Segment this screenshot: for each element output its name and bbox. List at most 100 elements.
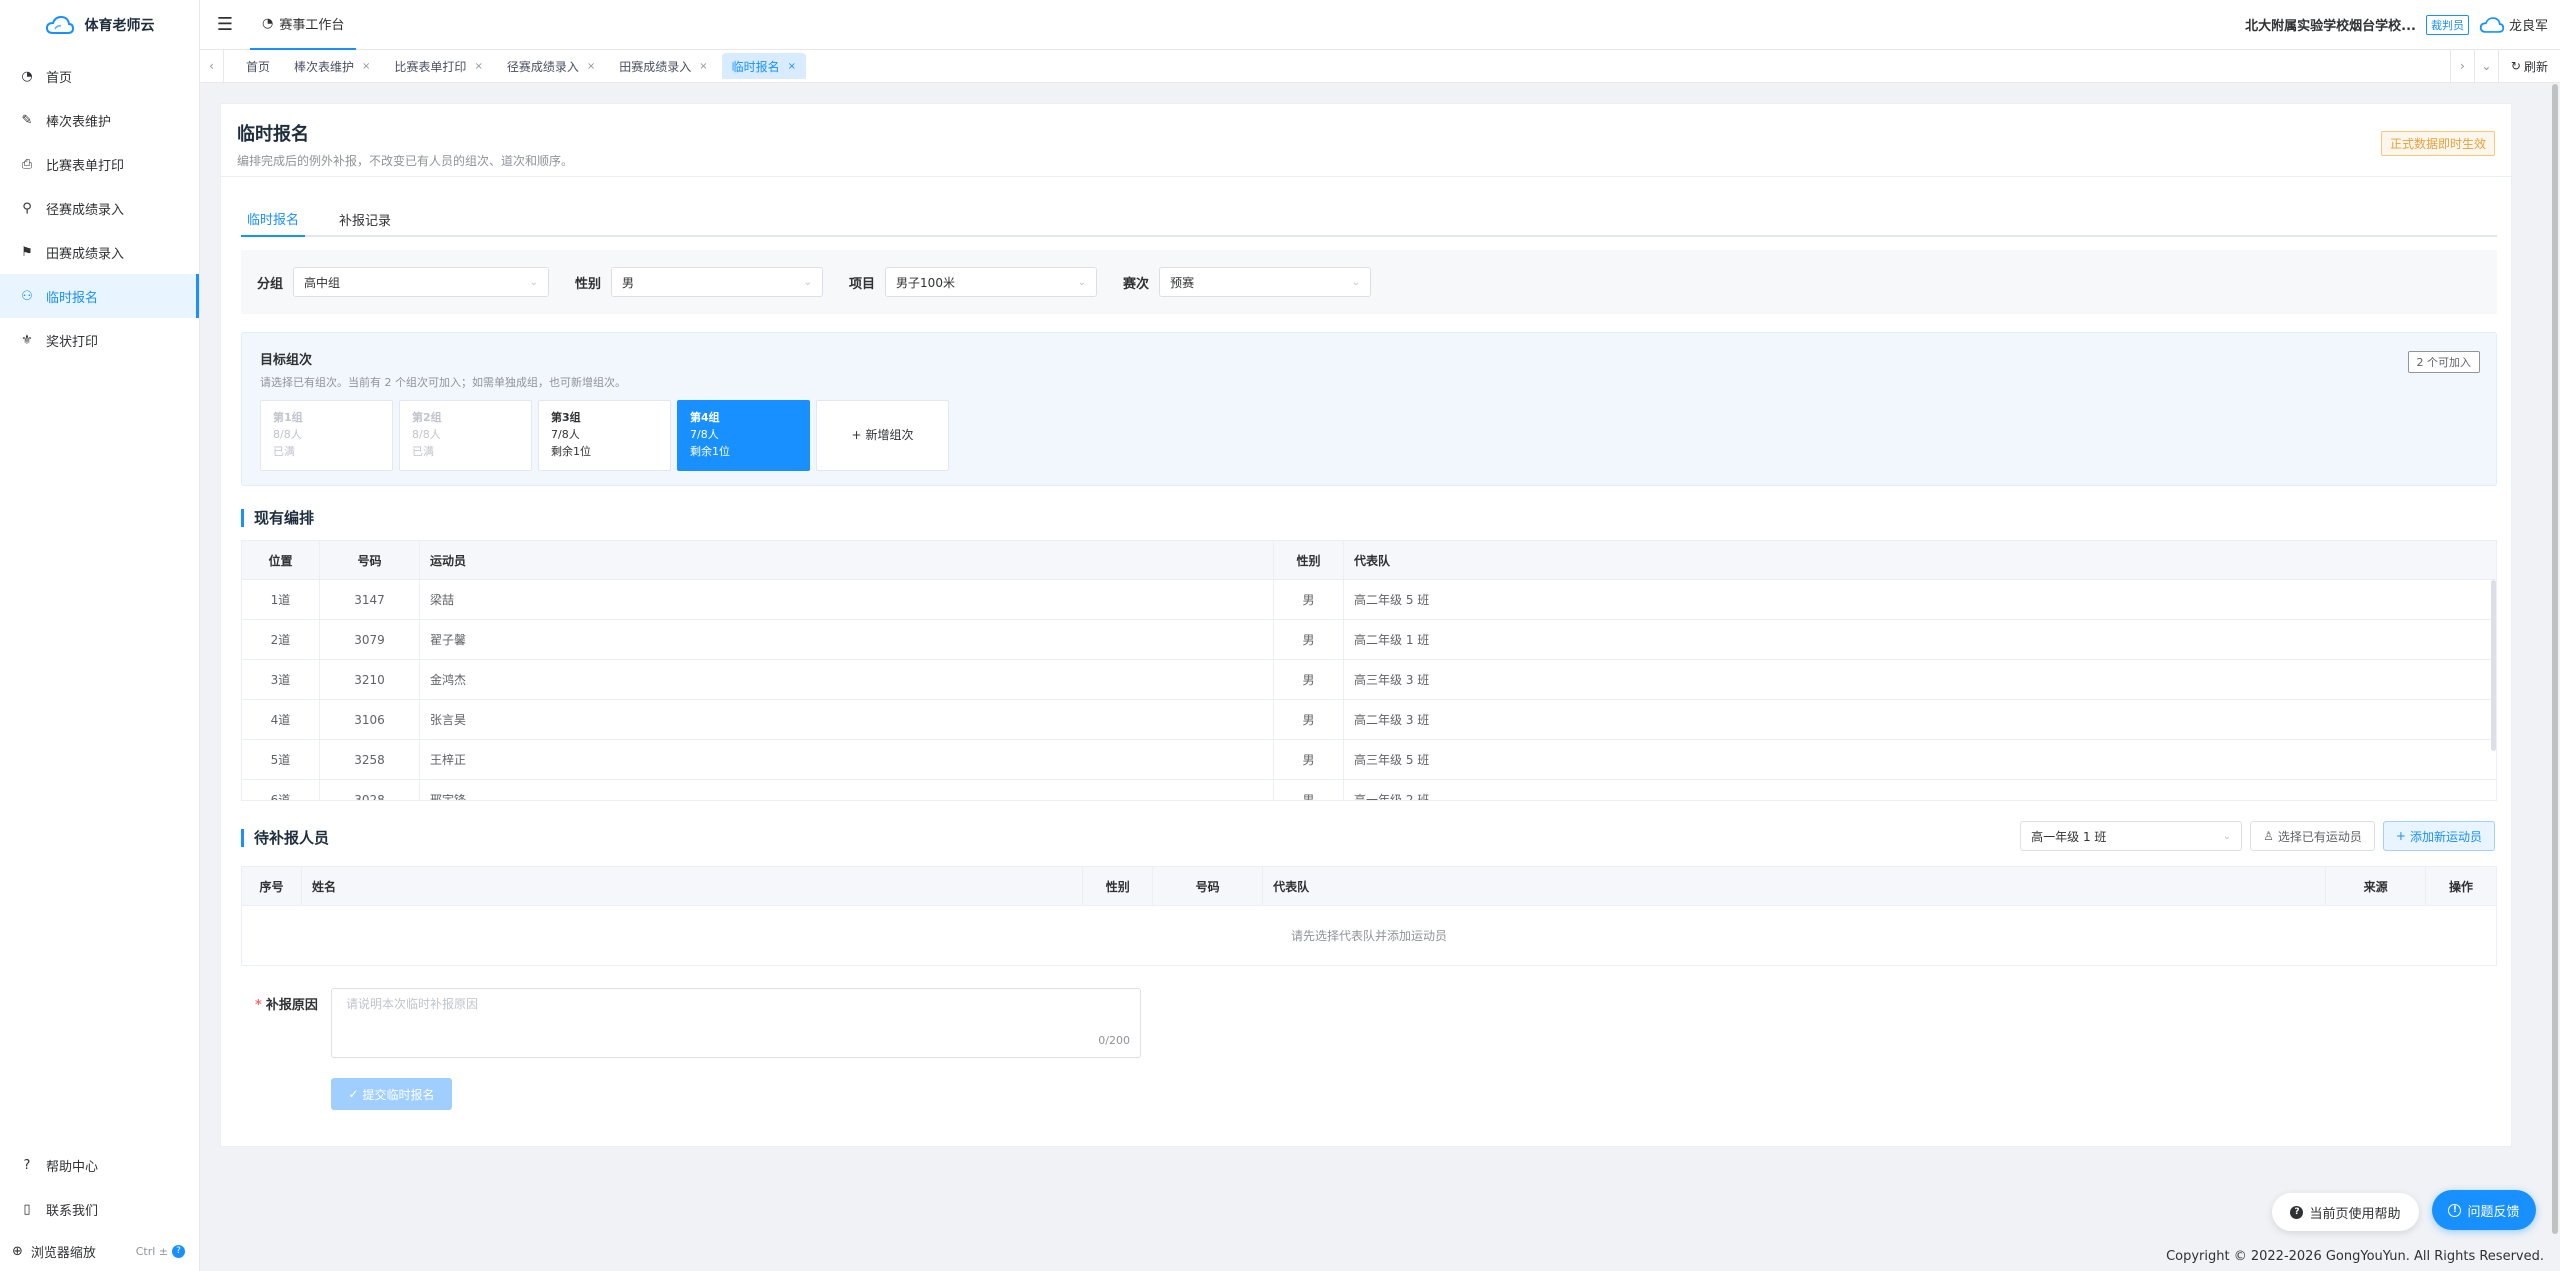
field-icon: ⚑ (21, 244, 33, 260)
tag-item[interactable]: 比赛表单打印 × (384, 53, 492, 79)
tag-item[interactable]: 田赛成绩录入 × (609, 53, 717, 79)
close-icon[interactable]: × (362, 61, 370, 72)
table-cell: 3210 (320, 660, 420, 699)
column-header: 姓名 (302, 867, 1084, 905)
dashboard-icon: ◔ (262, 16, 274, 31)
refresh-button[interactable]: ↻ 刷新 (2497, 49, 2560, 83)
submit-button[interactable]: ✓ 提交临时报名 (331, 1078, 452, 1110)
table-cell: 男 (1274, 780, 1344, 800)
sidebar-item[interactable]: ✎ 棒次表维护 (0, 98, 199, 142)
user-name: 龙良军 (2508, 19, 2548, 34)
page-help-button[interactable]: ? 当前页使用帮助 (2272, 1193, 2419, 1231)
browser-zoom[interactable]: ⊕ 浏览器缩放 Ctrl ±? (0, 1231, 199, 1271)
group-status: 剩余1位 (690, 445, 730, 458)
main-card: 临时报名 编排完成后的例外补报，不改变已有人员的组次、道次和顺序。 正式数据即时… (220, 103, 2512, 1147)
table-cell: 高二年级 5 班 (1354, 593, 1430, 607)
gender-select[interactable]: 男 ⌄ (611, 267, 824, 297)
column-header: 性别 (1274, 541, 1344, 579)
tags-dropdown-icon[interactable]: ⌄ (2473, 49, 2498, 83)
group-select[interactable]: 高中组 ⌄ (293, 267, 550, 297)
zoom-help-icon[interactable]: ? (172, 1244, 185, 1258)
sidebar-item[interactable]: ⎙ 比赛表单打印 (0, 142, 199, 186)
close-icon[interactable]: × (587, 61, 595, 72)
check-icon: ✓ (348, 1087, 359, 1101)
sidebar-item[interactable]: ⚜ 奖状打印 (0, 318, 199, 362)
group-option: 第1组 8/8人 已满 (260, 400, 393, 471)
sidebar-bottom-item[interactable]: ▯ 联系我们 (0, 1187, 199, 1231)
table-cell: 3147 (320, 580, 420, 619)
table-row: 2道 3079 翟子馨男高二年级 1 班 (242, 620, 2496, 660)
top-tab-workbench[interactable]: ◔ 赛事工作台 (250, 0, 357, 50)
close-icon[interactable]: × (699, 61, 707, 72)
printer-icon: ⎙ (21, 156, 33, 172)
column-header: 号码 (320, 541, 420, 579)
group-option[interactable]: 第4组 7/8人剩余1位 (677, 400, 810, 471)
table-cell: 3106 (320, 700, 420, 739)
group-count: 7/8人 (690, 428, 719, 441)
table-row: 5道 3258 王梓正男高三年级 5 班 (242, 740, 2496, 780)
group-option[interactable]: 第3组 7/8人 剩余1位 (538, 400, 671, 471)
menu-toggle-icon[interactable]: ☰ (200, 0, 250, 50)
sidebar-item-label: 比赛表单打印 (46, 158, 125, 174)
tag-label: 首页 (246, 59, 271, 74)
sidebar-bottom-item[interactable]: ? 帮助中心 (0, 1143, 199, 1187)
add-athlete-button[interactable]: + 添加新运动员 (2382, 821, 2495, 851)
tab-signup-records[interactable]: 补报记录 (333, 201, 397, 237)
app-logo[interactable]: 体育老师云 (0, 0, 199, 50)
page-scrollbar[interactable] (2552, 84, 2558, 1234)
edit-icon: ✎ (21, 112, 33, 128)
tag-item[interactable]: 径赛成绩录入 × (497, 53, 605, 79)
user-menu[interactable]: 龙良军 (2479, 15, 2548, 35)
footer: Copyright © 2022-2026 GongYouYun. All Ri… (200, 1242, 2560, 1271)
table-cell: 高一年级 2 班 (1354, 793, 1430, 800)
sidebar-item[interactable]: ⚲ 径赛成绩录入 (0, 186, 199, 230)
close-icon[interactable]: × (788, 61, 796, 72)
table-cell: 男 (1274, 740, 1344, 779)
sidebar-item-label: 首页 (46, 70, 73, 86)
sidebar-menu: ◔ 首页 ✎ 棒次表维护 ⎙ 比赛表单打印 ⚲ 径赛成绩录入 ⚑ 田赛成绩录入 ⚇ 临时报名 ⚜ 奖状打印 (0, 54, 199, 362)
add-group-button[interactable]: + 新增组次 (816, 400, 949, 471)
group-options: 第1组 8/8人 已满 第2组 8/8人 已满 第3组 7/8人 剩余1位 第4组 7/8人 剩余1位… (260, 400, 2478, 471)
top-header: ☰ ◔ 赛事工作台 北大附属实验学校烟台学校... 裁判员 龙良军 (200, 0, 2560, 50)
choose-athlete-button[interactable]: ♙ 选择已有运动员 (2250, 821, 2375, 851)
group-name: 第3组 (551, 411, 581, 424)
zoom-hint: Ctrl ±? (136, 1244, 185, 1258)
sidebar-item[interactable]: ⚑ 田赛成绩录入 (0, 230, 199, 274)
sub-tabs: 临时报名 补报记录 (241, 201, 2497, 237)
table-header: 位置 号码 运动员 性别 代表队 (242, 541, 2496, 580)
page-header: 临时报名 编排完成后的例外补报，不改变已有人员的组次、道次和顺序。 正式数据即时… (221, 104, 2511, 177)
table-scrollbar[interactable] (2491, 580, 2496, 751)
table-row: 6道 3028 邢宇锋男高一年级 2 班 (242, 780, 2496, 800)
table-cell: 翟子馨 (420, 620, 1274, 659)
user-add-icon: ⚇ (21, 288, 33, 304)
zoom-icon: ⊕ (12, 1243, 23, 1259)
tag-item[interactable]: 棒次表维护 × (284, 53, 380, 79)
round-select[interactable]: 预赛 ⌄ (1159, 267, 1372, 297)
sidebar-item[interactable]: ◔ 首页 (0, 54, 199, 98)
table-cell: 男 (1274, 620, 1344, 659)
table-body[interactable]: 1道 3147 梁喆男高二年级 5 班 2道 3079 翟子馨男高二年级 1 班 3道 321… (242, 580, 2496, 800)
tags-view: ‹ 首页 棒次表维护 × 比赛表单打印 × 径赛成绩录入 × 田赛成绩录入 × 临时报名 × › ⌄… (200, 49, 2560, 83)
group-label: 分组 (257, 276, 284, 292)
tag-item[interactable]: 临时报名 × (721, 53, 807, 79)
event-select[interactable]: 男子100米 ⌄ (885, 267, 1098, 297)
group-name: 第4组 (690, 411, 720, 424)
tag-item[interactable]: 首页 (236, 53, 280, 79)
table-header: 序号 姓名 性别 号码 代表队 来源 操作 (242, 867, 2496, 906)
status-badge: 正式数据即时生效 (2380, 131, 2495, 156)
tag-label: 田赛成绩录入 (619, 59, 692, 74)
close-icon[interactable]: × (474, 61, 482, 72)
sidebar-item[interactable]: ⚇ 临时报名 (0, 274, 199, 318)
reason-textarea[interactable]: 请说明本次临时补报原因 0/200 (331, 988, 1141, 1058)
tags-scroll-right-icon[interactable]: › (2449, 49, 2474, 83)
tab-temp-signup[interactable]: 临时报名 (241, 201, 306, 237)
feedback-button[interactable]: ! 问题反馈 (2432, 1190, 2536, 1230)
column-header: 位置 (242, 541, 320, 579)
team-select[interactable]: 高一年级 1 班 ⌄ (2020, 821, 2243, 851)
pending-toolbar: 高一年级 1 班 ⌄ ♙ 选择已有运动员 + 添加新运动员 (2020, 821, 2495, 851)
group-option: 第2组 8/8人 已满 (399, 400, 532, 471)
school-name[interactable]: 北大附属实验学校烟台学校... (2245, 15, 2416, 34)
user-icon: ♙ (2263, 829, 2274, 843)
char-counter: 0/200 (1098, 1034, 1130, 1047)
tags-scroll-left-icon[interactable]: ‹ (200, 49, 224, 83)
